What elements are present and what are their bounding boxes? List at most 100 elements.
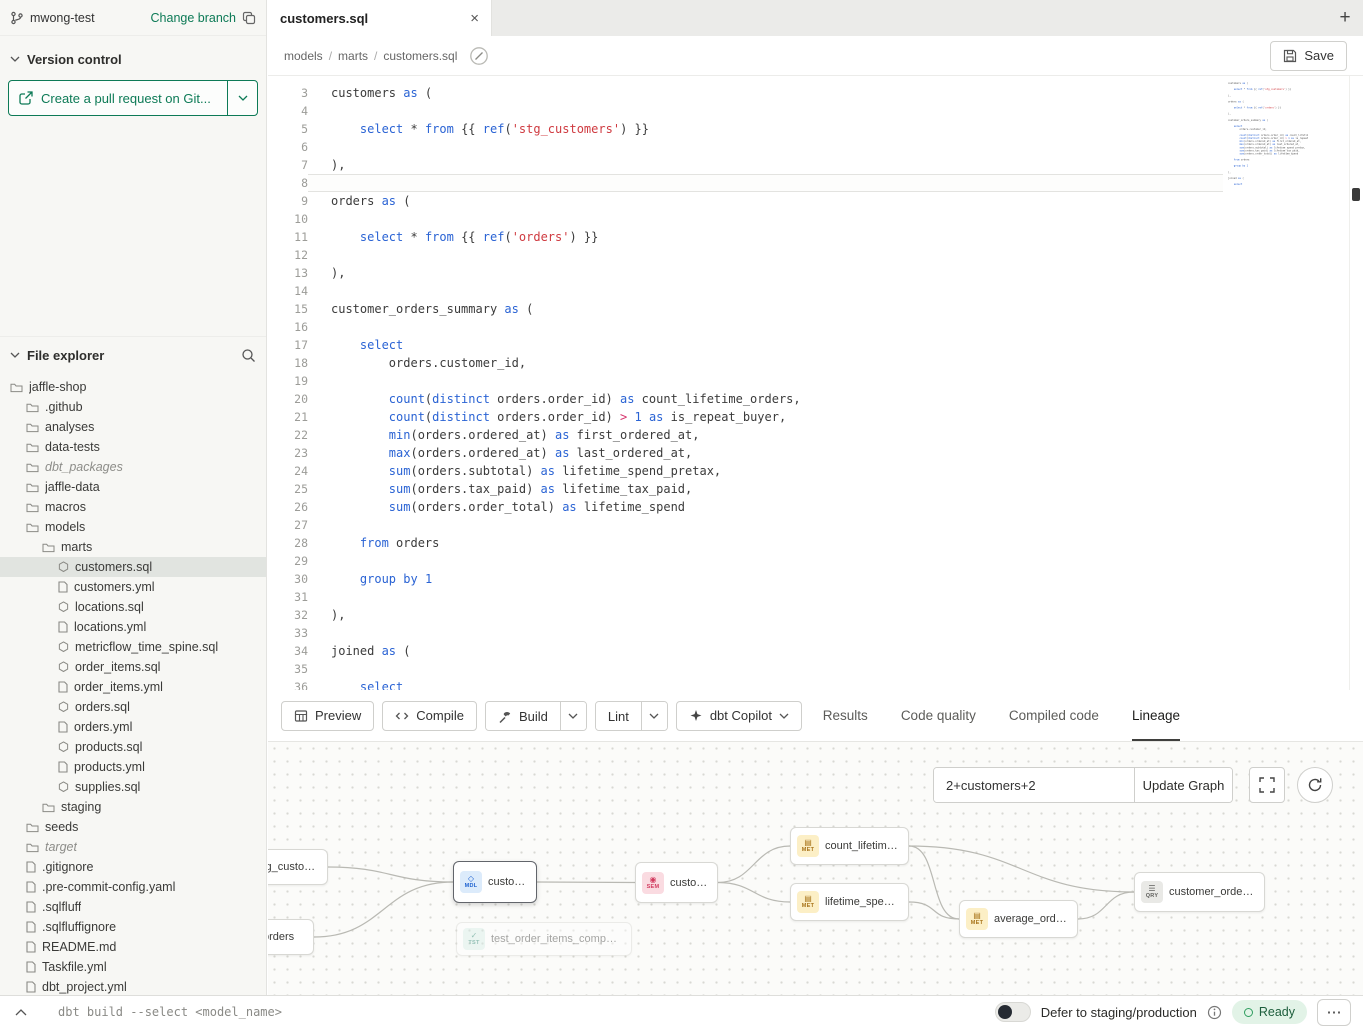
circle-slash-icon[interactable] xyxy=(469,46,489,66)
result-tab-results[interactable]: Results xyxy=(823,690,868,741)
code-line-6[interactable]: 6 xyxy=(268,138,1363,156)
tree-item-customers-yml[interactable]: customers.yml xyxy=(0,577,266,597)
code-line-26[interactable]: 26 sum(orders.order_total) as lifetime_s… xyxy=(268,498,1363,516)
code-line-7[interactable]: 7), xyxy=(268,156,1363,174)
code-line-12[interactable]: 12 xyxy=(268,246,1363,264)
code-line-21[interactable]: 21 count(distinct orders.order_id) > 1 a… xyxy=(268,408,1363,426)
code-line-25[interactable]: 25 sum(orders.tax_paid) as lifetime_tax_… xyxy=(268,480,1363,498)
copy-branch-icon[interactable] xyxy=(242,11,256,25)
tree-item--pre-commit-config-yaml[interactable]: .pre-commit-config.yaml xyxy=(0,877,266,897)
tree-item--sqlfluff[interactable]: .sqlfluff xyxy=(0,897,266,917)
result-tab-code-quality[interactable]: Code quality xyxy=(901,690,976,741)
tree-item-data-tests[interactable]: data-tests xyxy=(0,437,266,457)
tree-item-models[interactable]: models xyxy=(0,517,266,537)
code-line-22[interactable]: 22 min(orders.ordered_at) as first_order… xyxy=(268,426,1363,444)
lint-dropdown-button[interactable] xyxy=(641,702,667,730)
tree-item-macros[interactable]: macros xyxy=(0,497,266,517)
tree-item--github[interactable]: .github xyxy=(0,397,266,417)
tree-item-metricflow-time-spine-sql[interactable]: metricflow_time_spine.sql xyxy=(0,637,266,657)
change-branch-link[interactable]: Change branch xyxy=(151,11,236,25)
tree-item-order-items-sql[interactable]: order_items.sql xyxy=(0,657,266,677)
breadcrumb-models[interactable]: models xyxy=(284,49,323,63)
refresh-button[interactable] xyxy=(1297,767,1333,803)
info-icon[interactable] xyxy=(1207,1005,1222,1020)
close-tab-icon[interactable]: × xyxy=(470,10,479,27)
tree-item-seeds[interactable]: seeds xyxy=(0,817,266,837)
code-line-30[interactable]: 30 group by 1 xyxy=(268,570,1363,588)
code-line-33[interactable]: 33 xyxy=(268,624,1363,642)
tree-item--sqlfluffignore[interactable]: .sqlfluffignore xyxy=(0,917,266,937)
result-tab-compiled-code[interactable]: Compiled code xyxy=(1009,690,1099,741)
tree-item-jaffle-shop[interactable]: jaffle-shop xyxy=(0,377,266,397)
code-line-32[interactable]: 32), xyxy=(268,606,1363,624)
lineage-node-test_order_items[interactable]: ✓TSTtest_order_items_compute_to_bools... xyxy=(456,922,632,956)
update-graph-button[interactable]: Update Graph xyxy=(1134,768,1232,802)
lineage-node-customers_mdl[interactable]: ◇MDLcustomers xyxy=(453,861,537,903)
code-line-20[interactable]: 20 count(distinct orders.order_id) as co… xyxy=(268,390,1363,408)
tree-item-target[interactable]: target xyxy=(0,837,266,857)
tree-item-readme-md[interactable]: README.md xyxy=(0,937,266,957)
code-editor[interactable]: 3customers as (45 select * from {{ ref('… xyxy=(268,76,1363,690)
defer-toggle[interactable] xyxy=(995,1002,1031,1022)
code-line-35[interactable]: 35 xyxy=(268,660,1363,678)
tree-item-supplies-sql[interactable]: supplies.sql xyxy=(0,777,266,797)
lineage-node-customer_order_metrics[interactable]: ☰QRYcustomer_order_metrics xyxy=(1134,872,1265,912)
code-line-5[interactable]: 5 select * from {{ ref('stg_customers') … xyxy=(268,120,1363,138)
scrollbar-thumb[interactable] xyxy=(1352,188,1360,201)
tree-item-orders-sql[interactable]: orders.sql xyxy=(0,697,266,717)
code-line-28[interactable]: 28 from orders xyxy=(268,534,1363,552)
tree-item-staging[interactable]: staging xyxy=(0,797,266,817)
build-button[interactable]: Build xyxy=(486,702,560,731)
code-line-34[interactable]: 34joined as ( xyxy=(268,642,1363,660)
compile-button[interactable]: Compile xyxy=(382,701,477,731)
dbt-command-text[interactable]: dbt build --select <model_name> xyxy=(58,1005,282,1019)
code-line-4[interactable]: 4 xyxy=(268,102,1363,120)
lineage-selector-input[interactable] xyxy=(934,768,1134,802)
tree-item-products-sql[interactable]: products.sql xyxy=(0,737,266,757)
code-line-15[interactable]: 15customer_orders_summary as ( xyxy=(268,300,1363,318)
code-line-3[interactable]: 3customers as ( xyxy=(268,84,1363,102)
tree-item-order-items-yml[interactable]: order_items.yml xyxy=(0,677,266,697)
preview-button[interactable]: Preview xyxy=(281,701,374,731)
create-pr-button[interactable]: Create a pull request on Git... xyxy=(9,81,227,115)
save-button[interactable]: Save xyxy=(1270,41,1347,71)
tree-item-analyses[interactable]: analyses xyxy=(0,417,266,437)
version-control-header[interactable]: Version control xyxy=(0,44,266,74)
lineage-panel[interactable]: ◇MDLstg_customers ◇MDLorders ◇MDLcustomers… xyxy=(268,741,1363,995)
dbt-copilot-button[interactable]: dbt Copilot xyxy=(676,701,802,731)
lineage-node-customers_sem[interactable]: ◉SEMcustomers xyxy=(635,862,718,903)
breadcrumb-marts[interactable]: marts xyxy=(338,49,368,63)
tree-item-customers-sql[interactable]: customers.sql xyxy=(0,557,266,577)
tree-item-taskfile-yml[interactable]: Taskfile.yml xyxy=(0,957,266,977)
lineage-node-lifetime_spend_pretax[interactable]: ▤METlifetime_spend_pretax xyxy=(790,883,909,921)
lineage-node-stg_customers[interactable]: ◇MDLstg_customers xyxy=(268,849,328,885)
code-line-9[interactable]: 9orders as ( xyxy=(268,192,1363,210)
tab-customers-sql[interactable]: customers.sql × xyxy=(268,0,492,36)
code-line-36[interactable]: 36 select xyxy=(268,678,1363,690)
tree-item-locations-yml[interactable]: locations.yml xyxy=(0,617,266,637)
file-explorer-header[interactable]: File explorer xyxy=(0,337,266,367)
lineage-node-average_order_value[interactable]: ▤METaverage_order_value xyxy=(959,900,1078,938)
breadcrumb-customers-sql[interactable]: customers.sql xyxy=(383,49,457,63)
tree-item-locations-sql[interactable]: locations.sql xyxy=(0,597,266,617)
tree-item-jaffle-data[interactable]: jaffle-data xyxy=(0,477,266,497)
search-icon[interactable] xyxy=(241,348,256,363)
code-line-13[interactable]: 13), xyxy=(268,264,1363,282)
code-line-16[interactable]: 16 xyxy=(268,318,1363,336)
tree-item-marts[interactable]: marts xyxy=(0,537,266,557)
editor-scrollbar[interactable] xyxy=(1349,76,1363,690)
code-line-18[interactable]: 18 orders.customer_id, xyxy=(268,354,1363,372)
tree-item-dbt-packages[interactable]: dbt_packages xyxy=(0,457,266,477)
lineage-node-orders[interactable]: ◇MDLorders xyxy=(268,919,314,955)
code-line-29[interactable]: 29 xyxy=(268,552,1363,570)
code-line-17[interactable]: 17 select xyxy=(268,336,1363,354)
more-options-button[interactable]: ⋯ xyxy=(1317,999,1351,1026)
chevron-up-icon[interactable] xyxy=(12,1009,30,1016)
code-line-10[interactable]: 10 xyxy=(268,210,1363,228)
new-tab-button[interactable]: + xyxy=(1327,0,1363,36)
fullscreen-button[interactable] xyxy=(1249,767,1285,803)
code-line-11[interactable]: 11 select * from {{ ref('orders') }} xyxy=(268,228,1363,246)
minimap[interactable]: customers as ( select * from {{ ref('stg… xyxy=(1228,82,1308,642)
code-line-14[interactable]: 14 xyxy=(268,282,1363,300)
result-tab-lineage[interactable]: Lineage xyxy=(1132,690,1180,741)
